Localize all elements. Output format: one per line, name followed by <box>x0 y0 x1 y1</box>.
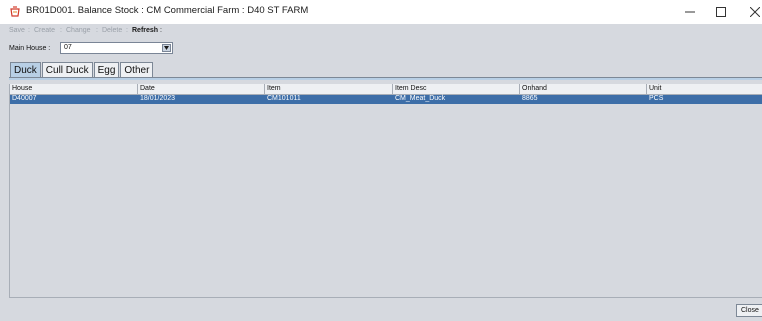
cell-date: 18/01/2023 <box>140 95 176 102</box>
main-house-select[interactable]: 07 <box>60 42 173 54</box>
tab-duck[interactable]: Duck <box>10 62 41 78</box>
maximize-icon <box>716 7 726 17</box>
window-title: BR01D001. Balance Stock : CM Commercial … <box>26 5 309 16</box>
column-header-unit[interactable]: Unit <box>649 85 661 92</box>
tab-cull-duck[interactable]: Cull Duck <box>41 62 93 78</box>
tab-strip: Duck Cull Duck Egg Other <box>10 62 154 78</box>
minimize-icon <box>685 11 695 13</box>
chevron-down-icon <box>164 46 169 50</box>
title-bar: BR01D001. Balance Stock : CM Commercial … <box>0 0 762 24</box>
column-divider <box>519 84 520 94</box>
balance-stock-table: House Date Item Item Desc Onhand Unit D4… <box>9 84 762 298</box>
tab-divider <box>9 77 762 80</box>
menu-bar: Save : Create : Change : Delete : Refres… <box>0 26 762 37</box>
create-menu-item[interactable]: Create <box>34 27 55 34</box>
delete-menu-item[interactable]: Delete <box>102 27 122 34</box>
column-header-date[interactable]: Date <box>140 85 155 92</box>
tab-egg[interactable]: Egg <box>93 62 120 78</box>
app-icon <box>10 6 20 17</box>
table-header: House Date Item Item Desc Onhand Unit <box>10 84 762 95</box>
menu-separator: : <box>126 27 128 34</box>
change-menu-item[interactable]: Change <box>66 27 91 34</box>
minimize-button[interactable] <box>675 2 705 22</box>
column-header-item-desc[interactable]: Item Desc <box>395 85 427 92</box>
save-menu-item[interactable]: Save <box>9 27 25 34</box>
menu-separator: : <box>60 27 62 34</box>
tab-other[interactable]: Other <box>120 62 154 78</box>
cell-onhand: 8865 <box>522 95 538 102</box>
column-header-item[interactable]: Item <box>267 85 281 92</box>
column-divider <box>392 84 393 94</box>
refresh-menu-item[interactable]: Refresh <box>132 27 158 34</box>
column-header-house[interactable]: House <box>12 85 32 92</box>
menu-separator: : <box>28 27 30 34</box>
table-bottom-border <box>9 297 762 298</box>
main-house-value: 07 <box>64 44 72 51</box>
close-icon <box>750 7 760 17</box>
window-close-button[interactable] <box>740 2 762 22</box>
column-header-onhand[interactable]: Onhand <box>522 85 547 92</box>
menu-separator: : <box>160 27 162 34</box>
cell-item: CM101011 <box>267 95 301 102</box>
main-house-label: Main House : <box>9 45 51 52</box>
column-divider <box>646 84 647 94</box>
dropdown-button[interactable] <box>162 44 171 52</box>
column-divider <box>137 84 138 94</box>
cell-item-desc: CM_Meat_Duck <box>395 95 446 102</box>
close-button[interactable]: Close <box>736 304 762 317</box>
column-divider <box>264 84 265 94</box>
table-row[interactable]: D40007 18/01/2023 CM101011 CM_Meat_Duck … <box>10 95 762 104</box>
cell-house: D40007 <box>12 95 37 102</box>
maximize-button[interactable] <box>706 2 736 22</box>
cell-unit: PCS <box>649 95 664 102</box>
menu-separator: : <box>96 27 98 34</box>
